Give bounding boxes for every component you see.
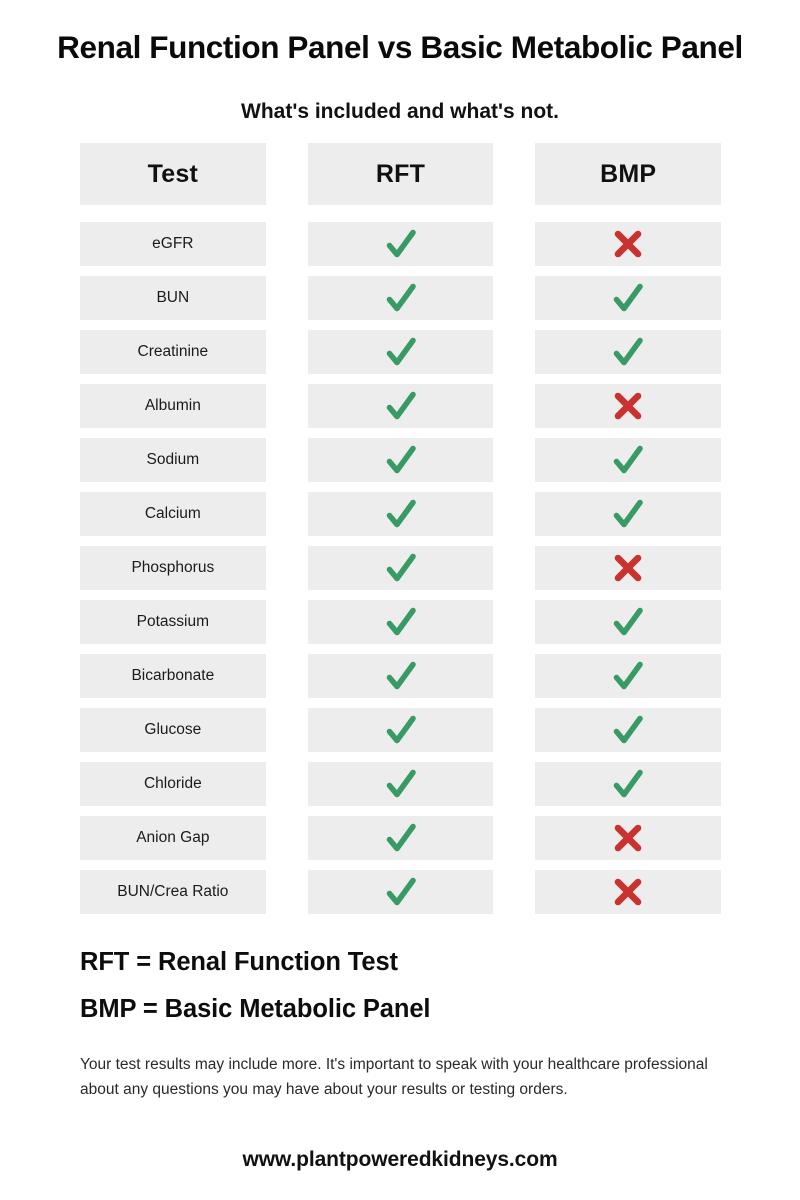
bmp-mark-cell	[535, 276, 722, 320]
bmp-mark-cell	[535, 330, 722, 374]
table-row: eGFR	[80, 222, 722, 266]
page-title: Renal Function Panel vs Basic Metabolic …	[57, 29, 743, 65]
check-icon	[384, 713, 418, 747]
column-header-test: Test	[80, 143, 266, 205]
table-row: Phosphorus	[80, 546, 722, 590]
rft-mark-cell	[307, 546, 494, 590]
table-body: eGFR BUN Creatinine Albumin Sodium Calcium Pho…	[80, 222, 722, 914]
legend: RFT = Renal Function Test BMP = Basic Me…	[80, 948, 740, 1023]
disclaimer-text: Your test results may include more. It's…	[80, 1056, 708, 1099]
check-icon	[384, 497, 418, 531]
check-icon	[611, 605, 645, 639]
rft-mark-cell	[307, 492, 494, 536]
page-subtitle: What's included and what's not.	[241, 100, 559, 123]
test-name-cell: Potassium	[80, 600, 266, 644]
bmp-mark-cell	[535, 762, 722, 806]
check-icon	[384, 605, 418, 639]
test-name-cell: Calcium	[80, 492, 266, 536]
check-icon	[384, 335, 418, 369]
test-name-cell: Anion Gap	[80, 816, 266, 860]
rft-mark-cell	[307, 870, 494, 914]
cross-icon	[611, 551, 645, 585]
test-name-cell: BUN/Crea Ratio	[80, 870, 266, 914]
table-row: Creatinine	[80, 330, 722, 374]
bmp-mark-cell	[535, 708, 722, 752]
test-name-cell: BUN	[80, 276, 266, 320]
rft-mark-cell	[307, 222, 494, 266]
bmp-mark-cell	[535, 654, 722, 698]
rft-mark-cell	[307, 438, 494, 482]
check-icon	[384, 659, 418, 693]
bmp-mark-cell	[535, 438, 722, 482]
check-icon	[384, 227, 418, 261]
cross-icon	[611, 227, 645, 261]
test-name-cell: Sodium	[80, 438, 266, 482]
table-row: Sodium	[80, 438, 722, 482]
rft-mark-cell	[307, 276, 494, 320]
check-icon	[611, 335, 645, 369]
check-icon	[384, 767, 418, 801]
rft-mark-cell	[307, 708, 494, 752]
check-icon	[384, 443, 418, 477]
table-row: Potassium	[80, 600, 722, 644]
check-icon	[611, 497, 645, 531]
comparison-table: Test RFT BMP eGFR BUN Creatinine Albumin Sod…	[80, 143, 722, 924]
bmp-mark-cell	[535, 384, 722, 428]
rft-mark-cell	[307, 330, 494, 374]
bmp-mark-cell	[535, 492, 722, 536]
check-icon	[384, 281, 418, 315]
check-icon	[611, 443, 645, 477]
rft-mark-cell	[307, 384, 494, 428]
check-icon	[611, 767, 645, 801]
check-icon	[384, 821, 418, 855]
table-row: Albumin	[80, 384, 722, 428]
test-name-cell: Glucose	[80, 708, 266, 752]
cross-icon	[611, 875, 645, 909]
check-icon	[384, 875, 418, 909]
bmp-mark-cell	[535, 546, 722, 590]
table-row: Glucose	[80, 708, 722, 752]
check-icon	[611, 713, 645, 747]
bmp-mark-cell	[535, 870, 722, 914]
table-row: BUN/Crea Ratio	[80, 870, 722, 914]
column-header-bmp: BMP	[535, 143, 722, 205]
check-icon	[611, 659, 645, 693]
rft-mark-cell	[307, 600, 494, 644]
table-row: Bicarbonate	[80, 654, 722, 698]
table-row: Chloride	[80, 762, 722, 806]
cross-icon	[611, 821, 645, 855]
test-name-cell: Chloride	[80, 762, 266, 806]
site-url: www.plantpoweredkidneys.com	[242, 1148, 558, 1171]
bmp-mark-cell	[535, 600, 722, 644]
column-header-rft: RFT	[307, 143, 494, 205]
test-name-cell: Phosphorus	[80, 546, 266, 590]
infographic-page: Renal Function Panel vs Basic Metabolic …	[0, 0, 800, 1200]
rft-mark-cell	[307, 762, 494, 806]
bmp-mark-cell	[535, 222, 722, 266]
check-icon	[384, 389, 418, 423]
table-header-row: Test RFT BMP	[80, 143, 722, 205]
test-name-cell: Albumin	[80, 384, 266, 428]
test-name-cell: eGFR	[80, 222, 266, 266]
cross-icon	[611, 389, 645, 423]
table-row: Anion Gap	[80, 816, 722, 860]
rft-mark-cell	[307, 654, 494, 698]
check-icon	[611, 281, 645, 315]
table-row: Calcium	[80, 492, 722, 536]
legend-rft: RFT = Renal Function Test	[80, 948, 398, 976]
test-name-cell: Creatinine	[80, 330, 266, 374]
legend-bmp: BMP = Basic Metabolic Panel	[80, 994, 431, 1023]
table-row: BUN	[80, 276, 722, 320]
rft-mark-cell	[307, 816, 494, 860]
bmp-mark-cell	[535, 816, 722, 860]
check-icon	[384, 551, 418, 585]
test-name-cell: Bicarbonate	[80, 654, 266, 698]
